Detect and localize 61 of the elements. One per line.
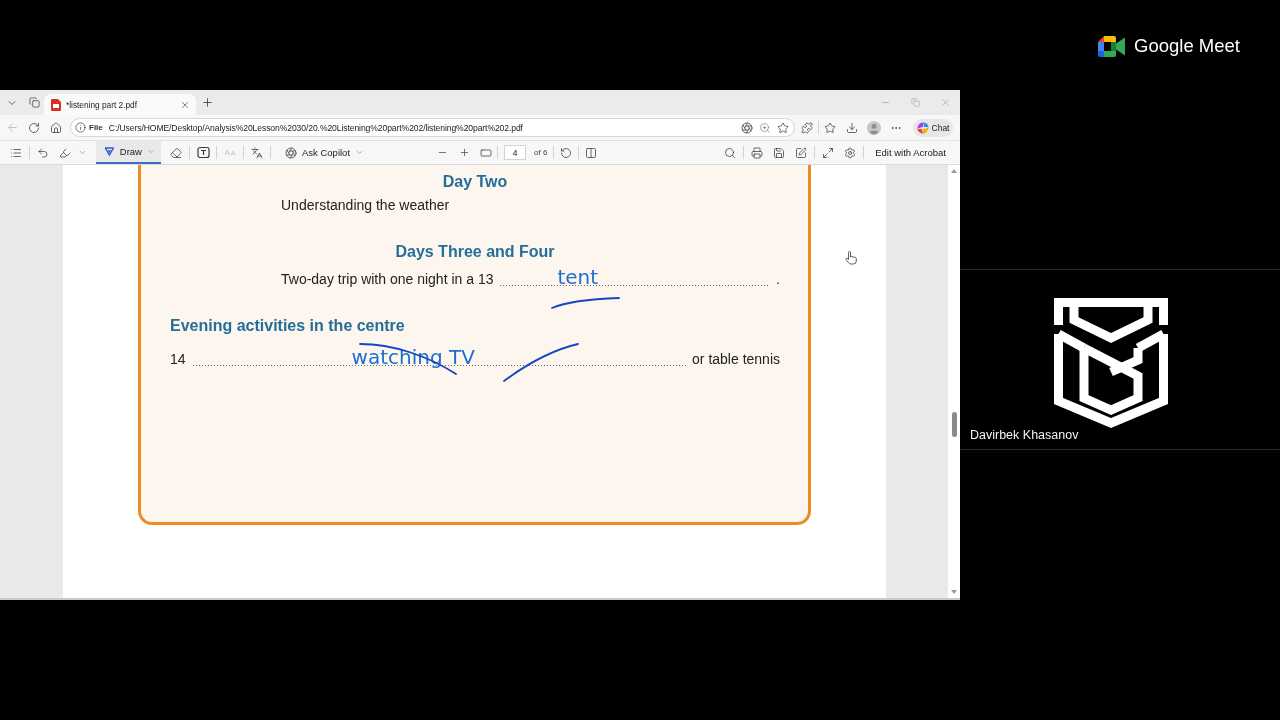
video-camera-logo-icon — [1098, 35, 1127, 57]
scrollbar-thumb[interactable] — [951, 411, 957, 437]
profile-avatar-icon[interactable] — [867, 120, 881, 135]
aperture-icon[interactable] — [741, 121, 753, 134]
list-icon[interactable] — [10, 146, 22, 159]
file-scheme-label: File — [89, 123, 103, 132]
rotate-icon[interactable] — [560, 146, 573, 159]
two-columns-icon[interactable] — [585, 146, 598, 159]
section-heading: Days Three and Four — [394, 242, 556, 261]
edit-with-acrobat-button[interactable]: Edit with Acrobat — [872, 142, 949, 163]
brand-name: Google Meet — [1134, 35, 1240, 57]
section-heading: Day Two — [441, 172, 509, 191]
url-text: C:/Users/HOME/Desktop/Analysis%20Lesson%2030/20.%20Listening%20part%202/listening%20part%202.pdf — [108, 122, 523, 133]
page-number-field[interactable]: 4 — [504, 145, 527, 160]
page-count: of 6 — [534, 148, 548, 157]
browser-tab[interactable]: *listening part 2.pdf — [44, 94, 196, 115]
draw-button[interactable]: Draw — [96, 141, 161, 164]
new-tab-icon[interactable] — [200, 96, 214, 109]
star-icon[interactable] — [777, 121, 789, 134]
puzzle-icon[interactable] — [801, 121, 813, 134]
plus-icon[interactable] — [458, 147, 470, 158]
aperture-icon — [285, 146, 297, 159]
rectangle-icon[interactable] — [480, 146, 493, 159]
favorites-star-icon[interactable] — [824, 121, 836, 134]
download-icon[interactable] — [846, 121, 858, 134]
chevron-down-icon — [355, 148, 365, 157]
pen-tip-icon — [104, 145, 115, 158]
question-text-end: . — [776, 271, 780, 288]
document-icon — [51, 98, 61, 111]
question-text: 14 — [170, 351, 186, 368]
overlapping-squares-icon[interactable] — [28, 97, 40, 108]
search-icon[interactable] — [724, 146, 737, 159]
hand-cursor-icon — [845, 251, 857, 265]
participant-name: Davirbek Khasanov — [969, 428, 1079, 443]
eraser-icon[interactable] — [170, 146, 182, 159]
print-icon[interactable] — [751, 146, 764, 159]
address-field[interactable]: File C:/Users/HOME/Desktop/Analysis%20Lesson%2030/20.%20Listening%20part%202/listening%20part%202.pdf — [70, 118, 795, 137]
info-icon — [75, 122, 86, 133]
pen-square-icon[interactable] — [795, 146, 808, 159]
translate-icon[interactable] — [251, 146, 263, 159]
section-heading: Evening activities in the centre — [170, 316, 406, 335]
settings-icon[interactable] — [844, 146, 857, 159]
chat-button[interactable]: Chat — [913, 118, 953, 137]
scroll-down-icon[interactable] — [951, 590, 957, 594]
body-text: Understanding the weather — [281, 197, 451, 214]
home-icon[interactable] — [50, 121, 62, 134]
close-tab-icon[interactable] — [180, 99, 190, 110]
question-text: Two-day trip with one night in a 13 — [281, 271, 494, 288]
ask-copilot-button[interactable]: Ask Copilot — [282, 142, 368, 163]
fullscreen-icon[interactable] — [822, 146, 835, 159]
question-text-end: or table tennis — [692, 351, 780, 368]
save-icon[interactable] — [773, 146, 786, 159]
highlighter-icon[interactable] — [59, 146, 71, 159]
ink-underline-stroke — [551, 296, 621, 310]
colorful-circle-icon — [916, 121, 929, 134]
scroll-up-icon[interactable] — [951, 169, 957, 173]
text-box-icon[interactable] — [196, 146, 210, 159]
refresh-icon[interactable] — [28, 121, 40, 134]
undo-icon[interactable] — [37, 146, 49, 159]
zoom-in-icon[interactable] — [759, 121, 771, 134]
scrollbar-track[interactable] — [948, 165, 960, 598]
